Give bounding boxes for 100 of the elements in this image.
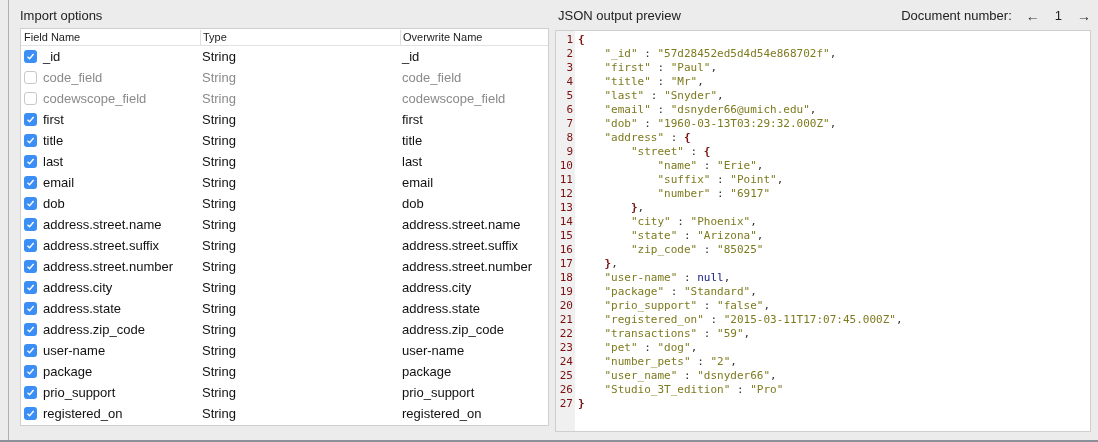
code-line: "zip_code" : "85025" xyxy=(630,243,764,257)
section-title: Import options xyxy=(20,7,103,25)
checkbox[interactable] xyxy=(24,281,37,294)
checkbox[interactable] xyxy=(24,407,37,420)
overwrite-name[interactable]: address.street.number xyxy=(400,256,548,277)
field-type: String xyxy=(201,47,237,66)
checkbox[interactable] xyxy=(24,176,37,189)
line-number: 16 xyxy=(558,243,574,257)
line-number: 13 xyxy=(558,201,574,215)
code-line: "suffix" : "Point", xyxy=(656,173,784,187)
code-line: } xyxy=(578,397,585,411)
checkbox[interactable] xyxy=(24,218,37,231)
line-number: 24 xyxy=(558,355,574,369)
line-number: 23 xyxy=(558,341,574,355)
overwrite-name[interactable]: email xyxy=(400,172,548,193)
overwrite-name[interactable]: codewscope_field xyxy=(400,88,548,109)
checkbox[interactable] xyxy=(24,155,37,168)
overwrite-name[interactable]: address.state xyxy=(400,298,548,319)
field-type: String xyxy=(201,362,237,381)
overwrite-name[interactable]: last xyxy=(400,151,548,172)
code-line: }, xyxy=(603,257,618,271)
next-button[interactable]: → xyxy=(1077,9,1091,23)
checkmark-icon xyxy=(26,115,35,124)
field-type: String xyxy=(201,278,237,297)
checkbox[interactable] xyxy=(24,260,37,273)
checkbox[interactable] xyxy=(24,92,37,105)
code-line: "name" : "Erie", xyxy=(656,159,764,173)
field-type: String xyxy=(201,320,237,339)
checkmark-icon xyxy=(26,367,35,376)
checkbox[interactable] xyxy=(24,302,37,315)
code-line: "number" : "6917" xyxy=(656,187,771,201)
line-number: 7 xyxy=(565,117,574,131)
line-number: 26 xyxy=(558,383,574,397)
code-line: "email" : "dsnyder66@umich.edu", xyxy=(603,103,817,117)
overwrite-name[interactable]: dob xyxy=(400,193,548,214)
checkbox[interactable] xyxy=(24,344,37,357)
overwrite-name[interactable]: user-name xyxy=(400,340,548,361)
line-number: 18 xyxy=(558,271,574,285)
code-line: "first" : "Paul", xyxy=(603,61,718,75)
overwrite-name[interactable]: code_field xyxy=(400,67,548,88)
field-name: code_field xyxy=(43,68,103,87)
line-number: 6 xyxy=(565,103,574,117)
overwrite-name[interactable]: _id xyxy=(400,46,548,67)
previous-button[interactable]: ← xyxy=(1025,9,1040,23)
checkmark-icon xyxy=(26,346,35,355)
checkbox[interactable] xyxy=(24,239,37,252)
column-header[interactable]: Type xyxy=(200,29,400,45)
field-name: address.street.number xyxy=(43,257,174,276)
field-type: String xyxy=(201,383,237,402)
overwrite-name[interactable]: first xyxy=(400,109,548,130)
field-name: address.street.suffix xyxy=(43,236,160,255)
overwrite-name[interactable]: title xyxy=(400,130,548,151)
overwrite-name[interactable]: address.city xyxy=(400,277,548,298)
overwrite-name[interactable]: address.zip_code xyxy=(400,319,548,340)
field-name: title xyxy=(43,131,64,150)
checkmark-icon xyxy=(26,157,35,166)
field-name: last xyxy=(43,152,64,171)
code-line: "title" : "Mr", xyxy=(603,75,704,89)
checkmark-icon xyxy=(26,241,35,250)
checkbox[interactable] xyxy=(24,113,37,126)
code-line: }, xyxy=(630,201,645,215)
overwrite-name[interactable]: package xyxy=(400,361,548,382)
field-type: String xyxy=(201,236,237,255)
line-number: 12 xyxy=(558,187,574,201)
line-number: 3 xyxy=(565,61,574,75)
line-number: 5 xyxy=(565,89,574,103)
field-type: String xyxy=(201,257,237,276)
field-name: _id xyxy=(43,47,61,66)
field-name: address.zip_code xyxy=(43,320,145,339)
checkbox[interactable] xyxy=(24,71,37,84)
code-line: "city" : "Phoenix", xyxy=(630,215,757,229)
field-type: String xyxy=(201,341,237,360)
checkbox[interactable] xyxy=(24,134,37,147)
checkmark-icon xyxy=(26,199,35,208)
code-line: "number_pets" : "2", xyxy=(603,355,737,369)
checkbox[interactable] xyxy=(24,386,37,399)
code-line: "state" : "Arizona", xyxy=(630,229,764,243)
checkmark-icon xyxy=(26,220,35,229)
checkbox[interactable] xyxy=(24,50,37,63)
checkbox[interactable] xyxy=(24,197,37,210)
overwrite-name[interactable]: address.street.suffix xyxy=(400,235,548,256)
checkmark-icon xyxy=(26,136,35,145)
line-number: 25 xyxy=(558,369,574,383)
field-name: address.street.name xyxy=(43,215,162,234)
column-header[interactable]: Field Name xyxy=(21,29,200,45)
overwrite-name[interactable]: prio_support xyxy=(400,382,548,403)
code-line: "address" : { xyxy=(603,131,691,145)
code-line: "transactions" : "59", xyxy=(603,327,751,341)
checkbox[interactable] xyxy=(24,365,37,378)
checkbox[interactable] xyxy=(24,323,37,336)
code-line: "user-name" : null, xyxy=(603,271,731,285)
overwrite-name[interactable]: registered_on xyxy=(400,403,548,424)
section-title: JSON output preview xyxy=(558,7,681,26)
overwrite-name[interactable]: address.street.name xyxy=(400,214,548,235)
field-type: String xyxy=(201,131,237,150)
column-header[interactable]: Overwrite Name xyxy=(400,29,548,45)
line-number: 17 xyxy=(558,257,574,271)
field-type: String xyxy=(201,89,237,108)
field-name: address.city xyxy=(43,278,113,297)
code-line: "street" : { xyxy=(630,145,711,159)
